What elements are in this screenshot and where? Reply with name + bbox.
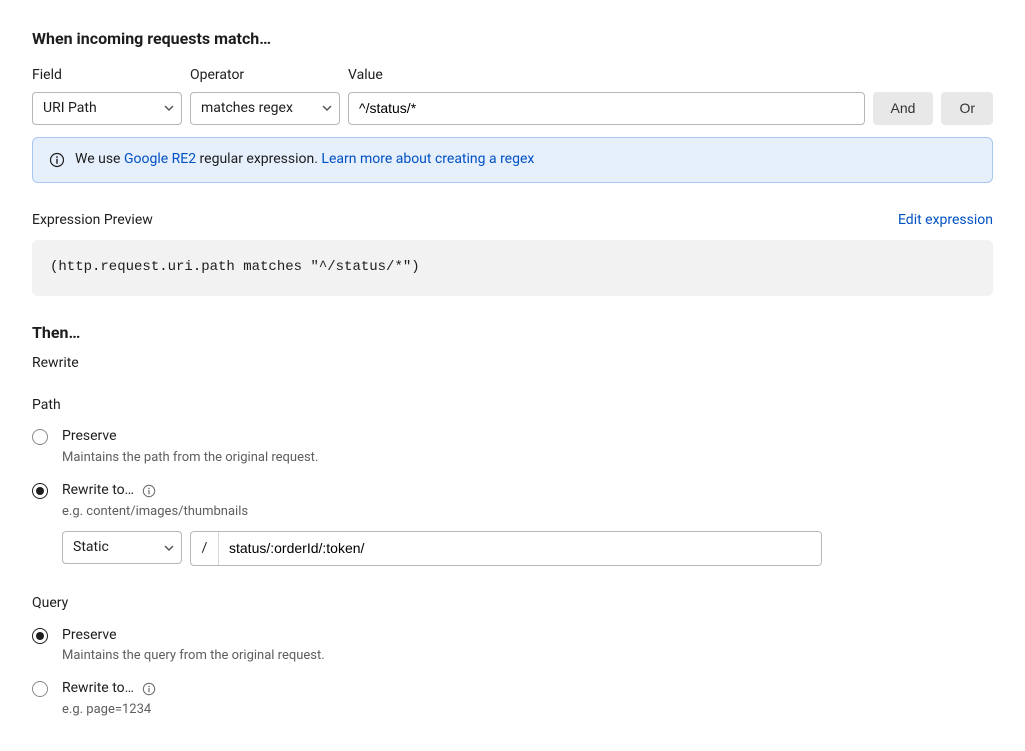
path-rewrite-radio[interactable] [32,483,48,499]
expression-preview-label: Expression Preview [32,211,153,231]
path-preserve-desc: Maintains the path from the original req… [62,449,993,467]
query-preserve-desc: Maintains the query from the original re… [62,647,993,665]
info-icon[interactable] [142,682,156,696]
when-section-title: When incoming requests match… [32,28,993,50]
query-rewrite-desc: e.g. page=1234 [62,701,993,719]
rewrite-controls: Static / [62,531,822,566]
field-label: Field [32,66,182,86]
then-section-title: Then… [32,322,993,344]
filter-row: Field URI Path Operator matches regex Va… [32,66,993,125]
path-preserve-radio[interactable] [32,429,48,445]
value-label: Value [348,66,865,86]
regex-info-banner: We use Google RE2 regular expression. Le… [32,137,993,183]
or-button[interactable]: Or [941,92,993,125]
rewrite-type-value: Static [73,538,109,558]
info-icon [49,152,65,168]
edit-expression-link[interactable]: Edit expression [898,211,993,231]
expression-preview-code: (http.request.uri.path matches "^/status… [32,240,993,296]
path-prefix: / [191,532,219,565]
operator-column: Operator matches regex [190,66,340,125]
banner-middle: regular expression. [196,151,321,167]
learn-more-regex-link[interactable]: Learn more about creating a regex [321,151,534,167]
path-group-label: Path [32,396,993,416]
query-rewrite-option: Rewrite to… e.g. page=1234 [32,679,993,719]
google-re2-link[interactable]: Google RE2 [124,151,196,167]
banner-text: We use Google RE2 regular expression. Le… [75,150,534,170]
rewrite-path-input-wrap: / [190,531,822,566]
value-column: Value [348,66,865,125]
query-preserve-option: Preserve Maintains the query from the or… [32,626,993,666]
query-preserve-radio[interactable] [32,628,48,644]
rewrite-path-input[interactable] [219,532,821,565]
query-rewrite-radio[interactable] [32,681,48,697]
field-select-value: URI Path [43,99,97,119]
query-preserve-label: Preserve [62,626,993,646]
field-column: Field URI Path [32,66,182,125]
and-button[interactable]: And [873,92,934,125]
path-rewrite-label: Rewrite to… [62,481,134,501]
field-select[interactable]: URI Path [32,92,182,125]
operator-select-value: matches regex [201,99,293,119]
path-rewrite-option: Rewrite to… e.g. content/images/thumbnai… [32,481,993,566]
expression-header: Expression Preview Edit expression [32,211,993,231]
operator-select[interactable]: matches regex [190,92,340,125]
then-subtitle: Rewrite [32,354,993,374]
value-input[interactable] [348,92,865,125]
path-preserve-option: Preserve Maintains the path from the ori… [32,427,993,467]
path-rewrite-desc: e.g. content/images/thumbnails [62,503,993,521]
rewrite-type-select[interactable]: Static [62,531,182,564]
operator-label: Operator [190,66,340,86]
query-group-label: Query [32,594,993,614]
path-preserve-label: Preserve [62,427,993,447]
info-icon[interactable] [142,484,156,498]
banner-prefix: We use [75,151,124,167]
